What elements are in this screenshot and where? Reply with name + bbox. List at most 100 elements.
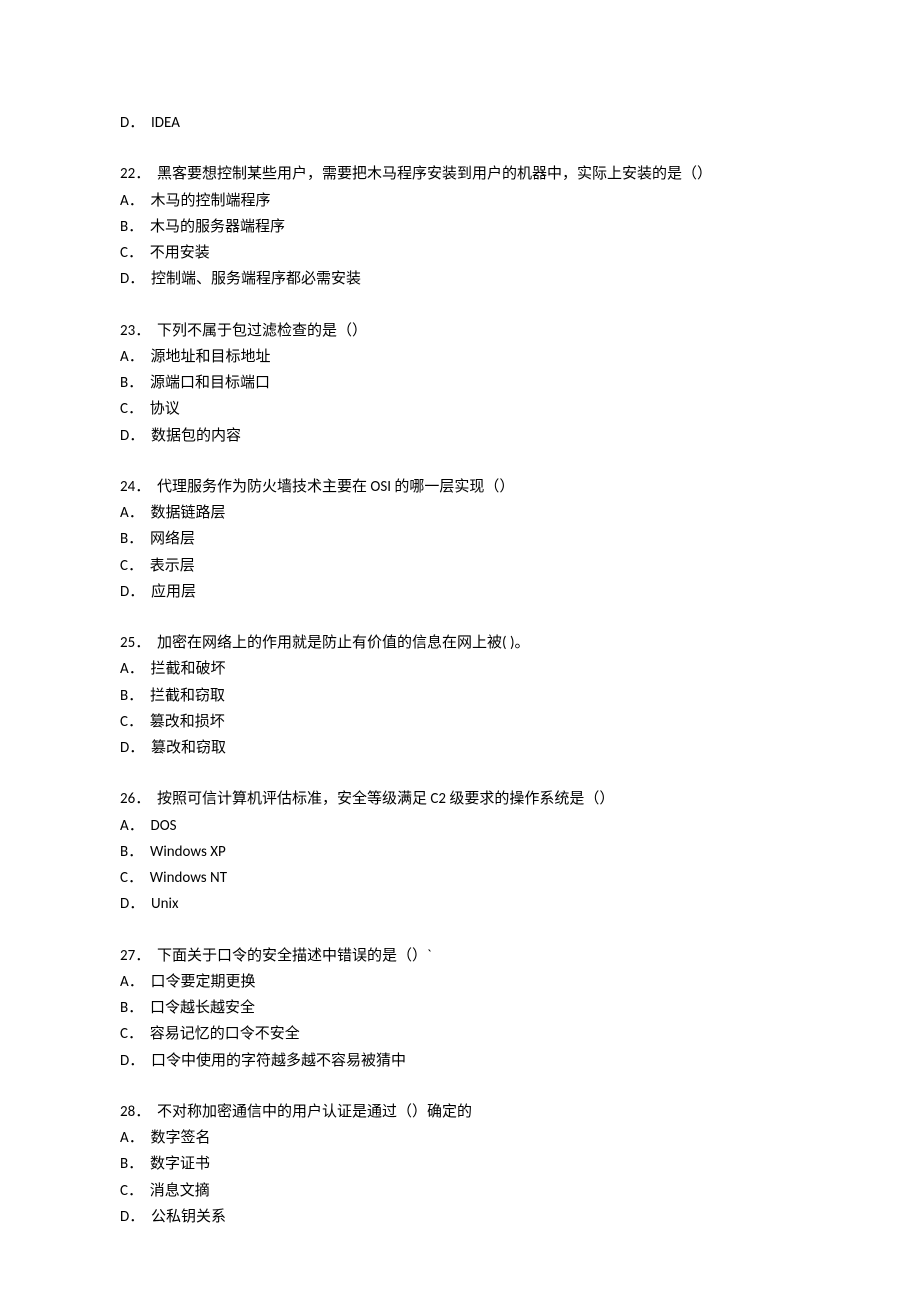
option-text: 数字签名 bbox=[150, 1129, 210, 1147]
option-d: D． 公私钥关系 bbox=[120, 1204, 800, 1230]
option-d: D． 数据包的内容 bbox=[120, 423, 800, 449]
option-letter: D bbox=[120, 1052, 129, 1070]
option-c: C． 篡改和损坏 bbox=[120, 709, 800, 735]
option-d: D． 口令中使用的字符越多越不容易被猜中 bbox=[120, 1048, 800, 1074]
question-number: 25 bbox=[120, 634, 135, 652]
option-a: A． 木马的控制端程序 bbox=[120, 188, 800, 214]
option-text: 容易记忆的口令不安全 bbox=[150, 1025, 300, 1043]
option-text: 源地址和目标地址 bbox=[150, 348, 270, 366]
option-letter: D bbox=[120, 895, 129, 913]
option-text: 公私钥关系 bbox=[151, 1208, 226, 1226]
option-text: 篡改和损坏 bbox=[150, 713, 225, 731]
option-a: A． 源地址和目标地址 bbox=[120, 344, 800, 370]
option-letter: C bbox=[120, 557, 128, 575]
option-text: 网络层 bbox=[150, 530, 195, 548]
question-22: 22． 黑客要想控制某些用户，需要把木马程序安装到用户的机器中，实际上安装的是（… bbox=[120, 161, 800, 292]
option-b: B． Windows XP bbox=[120, 839, 800, 865]
stem-text: 按照可信计算机评估标准，安全等级满足 C2 级要求的操作系统是（） bbox=[157, 790, 614, 808]
option-text: 表示层 bbox=[150, 557, 195, 575]
option-text: 篡改和窃取 bbox=[151, 739, 226, 757]
option-c: C． 表示层 bbox=[120, 553, 800, 579]
option-text: DOS bbox=[150, 817, 176, 835]
option-letter: A bbox=[120, 660, 129, 678]
question-number: 22 bbox=[120, 165, 135, 183]
option-b: B． 口令越长越安全 bbox=[120, 995, 800, 1021]
option-letter: A bbox=[120, 817, 129, 835]
option-letter: B bbox=[120, 999, 128, 1017]
orphan-option: D． IDEA bbox=[120, 110, 800, 136]
option-text: 源端口和目标端口 bbox=[150, 374, 270, 392]
option-text: 应用层 bbox=[151, 583, 196, 601]
option-letter: A bbox=[120, 348, 129, 366]
question-number: 23 bbox=[120, 322, 135, 340]
option-letter: B bbox=[120, 843, 128, 861]
option-c: C． 不用安装 bbox=[120, 240, 800, 266]
question-number: 27 bbox=[120, 947, 135, 965]
option-b: B． 拦截和窃取 bbox=[120, 683, 800, 709]
option-letter: D bbox=[120, 270, 129, 288]
option-text: 消息文摘 bbox=[150, 1182, 210, 1200]
option-c: C． 协议 bbox=[120, 396, 800, 422]
stem-text: 代理服务作为防火墙技术主要在 OSI 的哪一层实现（） bbox=[157, 478, 514, 496]
option-text: IDEA bbox=[151, 114, 180, 132]
option-text: Unix bbox=[151, 895, 178, 913]
option-letter: D bbox=[120, 739, 129, 757]
option-letter: B bbox=[120, 1155, 128, 1173]
option-letter: C bbox=[120, 1025, 128, 1043]
option-letter: A bbox=[120, 504, 129, 522]
option-c: C． 容易记忆的口令不安全 bbox=[120, 1021, 800, 1047]
stem-text: 下面关于口令的安全描述中错误的是（）` bbox=[157, 947, 431, 965]
option-text: 拦截和窃取 bbox=[150, 687, 225, 705]
question-23: 23． 下列不属于包过滤检查的是（） A． 源地址和目标地址 B． 源端口和目标… bbox=[120, 318, 800, 449]
stem-text: 下列不属于包过滤检查的是（） bbox=[157, 322, 367, 340]
question-number: 26 bbox=[120, 790, 135, 808]
option-d: D． 篡改和窃取 bbox=[120, 735, 800, 761]
option-letter: B bbox=[120, 374, 128, 392]
question-stem: 24． 代理服务作为防火墙技术主要在 OSI 的哪一层实现（） bbox=[120, 474, 800, 500]
option-b: B． 网络层 bbox=[120, 526, 800, 552]
option-d: D． Unix bbox=[120, 891, 800, 917]
option-text: 数据包的内容 bbox=[151, 427, 241, 445]
question-stem: 23． 下列不属于包过滤检查的是（） bbox=[120, 318, 800, 344]
option-letter: B bbox=[120, 530, 128, 548]
question-stem: 27． 下面关于口令的安全描述中错误的是（）` bbox=[120, 943, 800, 969]
option-letter: D bbox=[120, 427, 129, 445]
option-letter: D bbox=[120, 1208, 129, 1226]
option-letter: B bbox=[120, 218, 128, 236]
option-text: 不用安装 bbox=[150, 244, 210, 262]
option-letter: D bbox=[120, 114, 129, 132]
option-letter: C bbox=[120, 869, 128, 887]
option-a: A． 拦截和破坏 bbox=[120, 656, 800, 682]
question-25: 25． 加密在网络上的作用就是防止有价值的信息在网上被( )。 A． 拦截和破坏… bbox=[120, 630, 800, 761]
option-letter: A bbox=[120, 192, 129, 210]
option-letter: D bbox=[120, 583, 129, 601]
option-d: D． 控制端、服务端程序都必需安装 bbox=[120, 266, 800, 292]
option-a: A． 数字签名 bbox=[120, 1125, 800, 1151]
option-text: 口令中使用的字符越多越不容易被猜中 bbox=[151, 1052, 406, 1070]
option-letter: C bbox=[120, 1182, 128, 1200]
option-letter: C bbox=[120, 400, 128, 418]
option-c: C． 消息文摘 bbox=[120, 1178, 800, 1204]
question-24: 24． 代理服务作为防火墙技术主要在 OSI 的哪一层实现（） A． 数据链路层… bbox=[120, 474, 800, 605]
option-letter: C bbox=[120, 713, 128, 731]
question-28: 28． 不对称加密通信中的用户认证是通过（）确定的 A． 数字签名 B． 数字证… bbox=[120, 1099, 800, 1230]
option-letter: A bbox=[120, 973, 129, 991]
stem-text: 黑客要想控制某些用户，需要把木马程序安装到用户的机器中，实际上安装的是（） bbox=[157, 165, 712, 183]
option-text: 口令越长越安全 bbox=[150, 999, 255, 1017]
option-text: 拦截和破坏 bbox=[150, 660, 225, 678]
option-c: C． Windows NT bbox=[120, 865, 800, 891]
question-26: 26． 按照可信计算机评估标准，安全等级满足 C2 级要求的操作系统是（） A．… bbox=[120, 786, 800, 917]
option-text: 木马的控制端程序 bbox=[150, 192, 270, 210]
option-letter: C bbox=[120, 244, 128, 262]
option-letter: A bbox=[120, 1129, 129, 1147]
question-stem: 28． 不对称加密通信中的用户认证是通过（）确定的 bbox=[120, 1099, 800, 1125]
question-stem: 26． 按照可信计算机评估标准，安全等级满足 C2 级要求的操作系统是（） bbox=[120, 786, 800, 812]
option-d: D． 应用层 bbox=[120, 579, 800, 605]
question-number: 24 bbox=[120, 478, 135, 496]
option-text: 数字证书 bbox=[150, 1155, 210, 1173]
option-text: 数据链路层 bbox=[150, 504, 225, 522]
option-text: Windows XP bbox=[150, 843, 226, 861]
stem-text: 不对称加密通信中的用户认证是通过（）确定的 bbox=[157, 1103, 472, 1121]
option-text: 木马的服务器端程序 bbox=[150, 218, 285, 236]
option-a: A． 数据链路层 bbox=[120, 500, 800, 526]
